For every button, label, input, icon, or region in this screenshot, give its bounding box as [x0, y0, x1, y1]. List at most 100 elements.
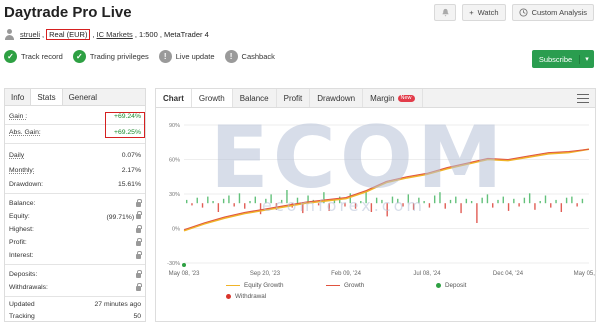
- x-tick-label: Feb 09, '24: [331, 271, 361, 277]
- profit-bar: [207, 196, 209, 204]
- account-info: strueli, Real (EUR), IC Markets , 1:500 …: [4, 29, 209, 40]
- deposit-point: [182, 263, 186, 267]
- legend-deposit[interactable]: Deposit: [436, 282, 466, 289]
- loss-bar: [507, 203, 510, 211]
- profit-bar: [418, 197, 420, 204]
- broker-link[interactable]: IC Markets: [97, 30, 133, 39]
- clock-icon: [519, 8, 528, 17]
- stat-balance: Balance:: [9, 197, 142, 209]
- profit-bar: [212, 201, 214, 204]
- profit-bar: [449, 199, 452, 204]
- gain-highlight-box: [105, 112, 145, 138]
- loss-bar: [402, 203, 404, 207]
- watch-button[interactable]: + Watch: [462, 4, 506, 21]
- profit-bar: [455, 196, 457, 204]
- profit-bar: [196, 197, 198, 204]
- tab-drawdown[interactable]: Drawdown: [310, 89, 364, 107]
- profit-bar: [349, 193, 351, 204]
- loss-bar: [370, 203, 373, 212]
- loss-bar: [259, 203, 262, 215]
- subscribe-button[interactable]: Subscribe ▾: [532, 50, 594, 68]
- series-line: [183, 148, 590, 231]
- profit-bar: [222, 198, 225, 204]
- lock-icon: [136, 210, 142, 219]
- x-tick-label: May 08, '23: [169, 271, 200, 277]
- check-icon: ✓: [72, 50, 86, 63]
- loss-bar: [201, 203, 204, 208]
- profit-bar: [296, 197, 299, 204]
- lock-icon: [136, 269, 142, 278]
- profit-bar: [249, 201, 251, 204]
- profit-bar: [375, 197, 378, 204]
- profit-bar: [360, 201, 362, 204]
- loss-bar: [328, 203, 330, 211]
- profit-bar: [465, 198, 468, 204]
- badge-cashback[interactable]: ! Cashback: [224, 50, 275, 63]
- chevron-down-icon[interactable]: ▾: [580, 55, 594, 63]
- alert-button[interactable]: [434, 4, 457, 21]
- tab-stats[interactable]: Stats: [30, 89, 63, 105]
- stat-tracking: Tracking 50: [9, 312, 141, 320]
- x-tick-label: Sep 20, '23: [250, 271, 281, 277]
- profit-bar: [497, 199, 499, 204]
- tab-margin[interactable]: Margin New: [363, 89, 423, 107]
- profit-bar: [555, 199, 557, 204]
- profit-bar: [581, 198, 584, 204]
- stat-highest: Highest:: [9, 223, 142, 235]
- stat-withdrawals: Withdrawals:: [9, 281, 142, 293]
- tab-balance[interactable]: Balance: [233, 89, 277, 107]
- check-icon: ✓: [4, 50, 17, 63]
- loss-bar: [302, 203, 304, 214]
- x-tick-label: May 05, '25: [574, 271, 597, 277]
- profit-bar: [544, 195, 547, 204]
- x-tick-label: Jul 08, '24: [413, 271, 441, 277]
- loss-bar: [191, 203, 193, 206]
- stat-monthly: Monthly: 2.17%: [9, 166, 141, 174]
- profit-bar: [391, 196, 394, 204]
- loss-bar: [354, 203, 357, 209]
- y-tick-label: 60%: [169, 158, 180, 164]
- user-icon: [4, 29, 15, 40]
- y-tick-label: -30%: [167, 261, 180, 267]
- profit-bar: [286, 190, 288, 204]
- legend-growth[interactable]: Growth: [326, 282, 364, 289]
- tab-general[interactable]: General: [63, 89, 103, 105]
- loss-bar: [344, 203, 346, 207]
- profit-bar: [397, 198, 399, 204]
- profit-bar: [270, 194, 272, 204]
- profit-bar: [571, 196, 573, 204]
- profit-bar: [365, 191, 367, 204]
- loss-bar: [560, 203, 563, 212]
- y-tick-label: 90%: [169, 123, 180, 129]
- loss-bar: [518, 203, 520, 207]
- loss-bar: [386, 203, 388, 217]
- legend-withdrawal[interactable]: Withdrawal: [226, 293, 266, 300]
- tab-growth[interactable]: Growth: [191, 89, 233, 107]
- profit-bar: [528, 193, 531, 204]
- legend-equity-growth[interactable]: Equity Growth: [226, 282, 284, 289]
- profit-bar: [486, 194, 489, 204]
- stat-equity: Equity: (99.71%): [9, 210, 142, 222]
- loss-bar: [534, 203, 536, 210]
- profit-bar: [539, 201, 541, 204]
- loss-bar: [233, 203, 235, 207]
- y-tick-label: 30%: [169, 192, 180, 198]
- badge-track-record[interactable]: ✓ Track record: [4, 50, 63, 63]
- custom-analysis-button[interactable]: Custom Analysis: [511, 4, 594, 21]
- lock-icon: [136, 237, 142, 246]
- badge-trading-privileges[interactable]: ✓ Trading privileges: [72, 50, 149, 63]
- stat-daily: Daily 0.07%: [9, 151, 141, 159]
- stat-updated: Updated 27 minutes ago: [9, 300, 141, 308]
- badge-live-update[interactable]: ! Live update: [158, 50, 215, 63]
- user-link[interactable]: strueli: [20, 30, 40, 39]
- profit-bar: [186, 199, 188, 204]
- tab-chart[interactable]: Chart: [156, 89, 192, 107]
- tab-info[interactable]: Info: [5, 89, 30, 105]
- settings-sliders-icon[interactable]: [577, 93, 589, 103]
- loss-bar: [412, 203, 415, 210]
- series-line: [183, 148, 590, 232]
- account-type: Real (EUR): [46, 29, 91, 40]
- tab-profit[interactable]: Profit: [277, 89, 311, 107]
- stat-drawdown: Drawdown: 15.61%: [9, 180, 141, 188]
- loss-bar: [217, 203, 220, 212]
